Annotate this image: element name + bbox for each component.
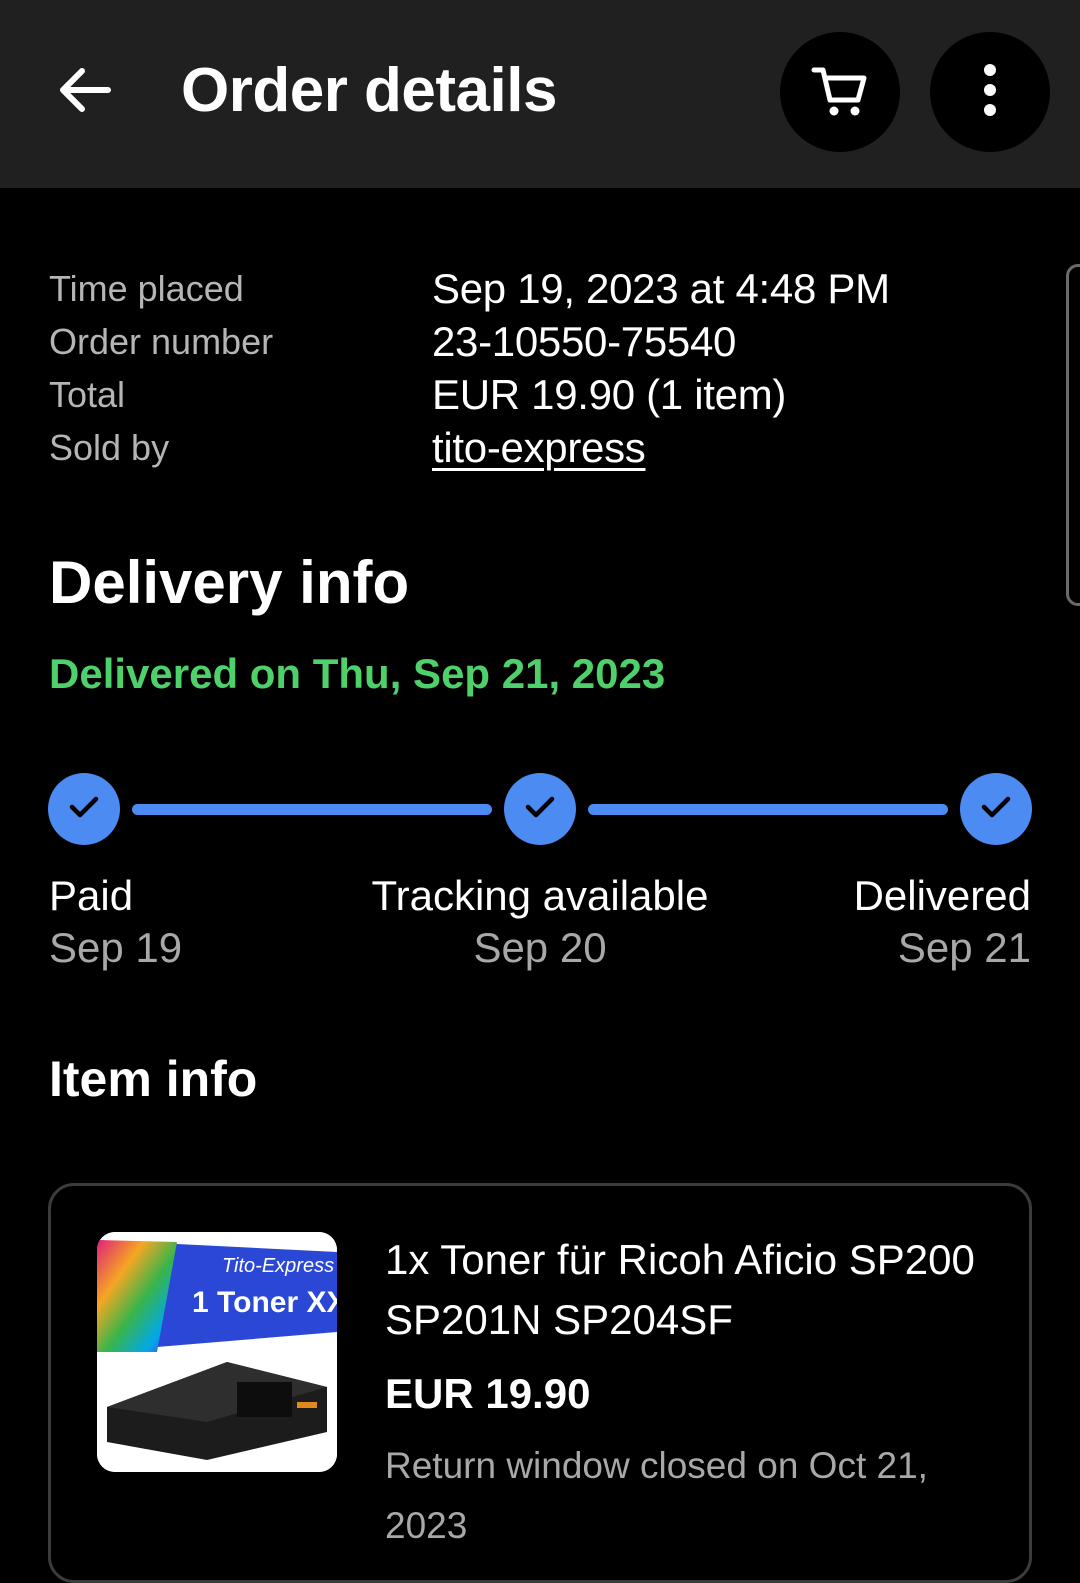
delivery-status: Delivered on Thu, Sep 21, 2023 [49,650,666,697]
delivery-info-heading: Delivery info [49,549,410,616]
step-tracking-label: Tracking available [371,872,709,919]
progress-line [588,804,948,815]
step-paid-label: Paid [49,872,134,919]
brand-label: Tito-Express [222,1255,334,1277]
return-window-text: Return window closed on Oct 21, 2023 [385,1445,928,1546]
seller-link[interactable]: tito-express [432,424,646,472]
item-info-heading: Item info [49,1051,258,1107]
more-options-button[interactable] [930,32,1050,152]
summary-row-order-number: Order number 23-10550-75540 [49,315,1029,368]
delivery-progress-tracker [48,773,1032,847]
summary-row-sold-by: Sold by tito-express [49,421,1029,474]
page-title: Order details [181,56,557,125]
order-number-value: 23-10550-75540 [432,317,737,365]
back-button[interactable] [44,52,124,132]
summary-row-total: Total EUR 19.90 (1 item) [49,368,1029,421]
cart-icon [810,60,870,125]
summary-label: Time placed [49,267,244,309]
total-value: EUR 19.90 (1 item) [432,370,787,418]
step-tracking-dot [504,773,576,845]
step-delivered-dot [960,773,1032,845]
step-paid-dot [48,773,120,845]
caption-label: 1 Toner XXL [192,1286,337,1319]
arrow-left-icon [56,66,112,119]
step-tracking-date: Sep 20 [473,924,607,971]
cart-button[interactable] [780,32,900,152]
time-placed-value: Sep 19, 2023 at 4:48 PM [432,264,890,312]
item-title[interactable]: 1x Toner für Ricoh Aficio SP200 SP201N S… [385,1230,985,1350]
summary-label: Order number [49,320,274,362]
more-vertical-icon [980,60,1000,125]
app-bar: Order details [0,0,1080,188]
toner-product-image: Tito-Express 1 Toner XXL [97,1232,337,1472]
item-price: EUR 19.90 [385,1370,591,1417]
checkmark-icon [525,795,555,824]
summary-row-time-placed: Time placed Sep 19, 2023 at 4:48 PM [49,262,1029,315]
order-summary: Time placed Sep 19, 2023 at 4:48 PM Orde… [49,262,1029,474]
checkmark-icon [69,795,99,824]
checkmark-icon [981,795,1011,824]
step-delivered-label: Delivered [853,872,1031,919]
step-paid-date: Sep 19 [49,924,183,971]
item-card[interactable]: Tito-Express 1 Toner XXL 1x Toner für Ri… [48,1183,1032,1583]
scroll-indicator [1066,264,1080,606]
summary-label: Sold by [49,426,170,468]
progress-line [132,804,492,815]
summary-label: Total [49,373,126,415]
item-thumbnail[interactable]: Tito-Express 1 Toner XXL [97,1232,337,1472]
step-delivered-date: Sep 21 [897,924,1031,971]
